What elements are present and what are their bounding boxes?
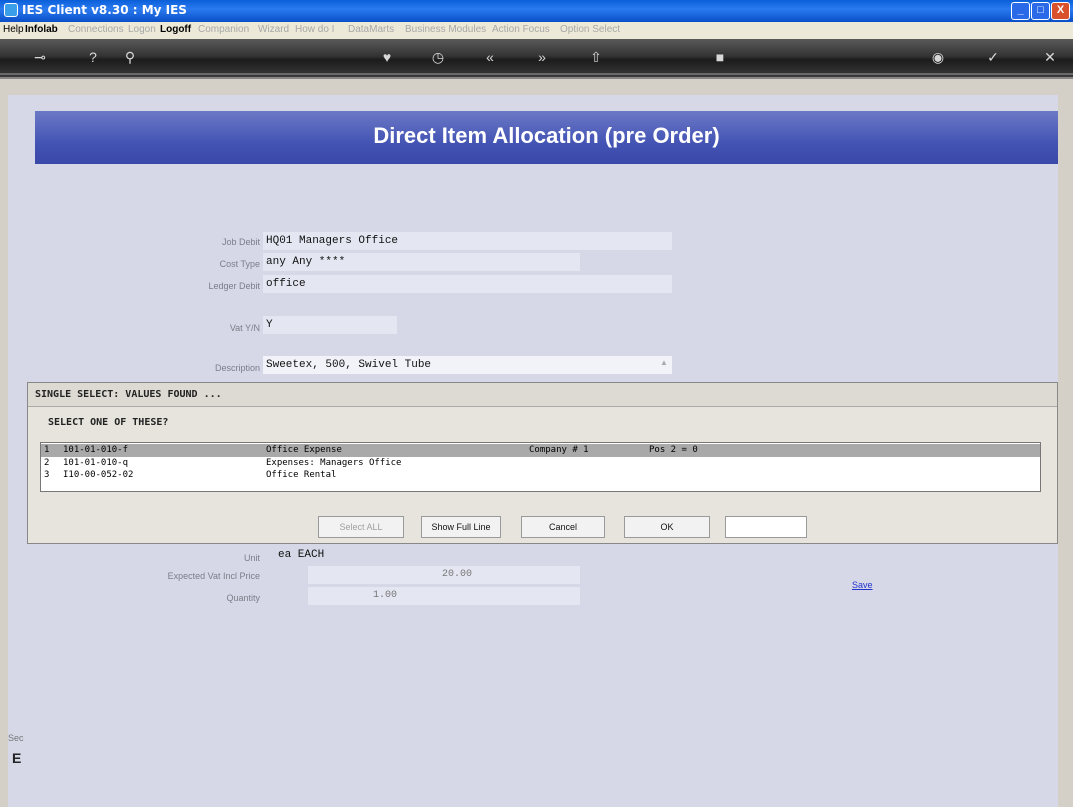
quantity-label: Quantity (226, 593, 260, 603)
list-item[interactable]: 1 101-01-010-f Office Expense Company # … (41, 444, 1040, 457)
ledger-debit-field[interactable]: office (263, 275, 672, 293)
dialog-header: SINGLE SELECT: VALUES FOUND ... (28, 383, 1057, 407)
menu-logon[interactable]: Logon (128, 24, 156, 35)
toolbar: ⊸ ? ⚲ ♥ ◷ « » ⇧ ■ ◉ ✓ ✕ (0, 39, 1073, 79)
toolbar-rule (0, 73, 1073, 75)
heart-icon[interactable]: ♥ (377, 47, 397, 67)
forward-icon[interactable]: » (532, 47, 552, 67)
row-code: 101-01-010-f (63, 445, 129, 455)
unit-field[interactable]: ea EACH (275, 546, 475, 564)
help-icon[interactable]: ? (83, 47, 103, 67)
up-icon[interactable]: ⇧ (586, 47, 606, 67)
dialog-title: SINGLE SELECT: VALUES FOUND ... (35, 389, 222, 400)
expected-price-label: Expected Vat Incl Price (167, 571, 260, 581)
menu-companion[interactable]: Companion (198, 24, 249, 35)
unit-label: Unit (243, 553, 260, 563)
row-number: 3 (44, 470, 50, 480)
cost-type-field[interactable]: any Any **** (263, 253, 580, 271)
row-number: 1 (44, 445, 50, 455)
row-description: Office Rental (266, 470, 337, 480)
row-company: Company # 1 (529, 445, 589, 455)
ledger-debit-label: Ledger Debit (208, 281, 260, 291)
menu-action-focus[interactable]: Action Focus (492, 24, 550, 35)
close-button[interactable]: X (1051, 2, 1070, 20)
results-list: 1 101-01-010-f Office Expense Company # … (40, 442, 1041, 492)
show-full-line-button[interactable]: Show Full Line (421, 516, 501, 538)
cancel-button[interactable]: Cancel (521, 516, 605, 538)
menu-logoff[interactable]: Logoff (160, 24, 191, 35)
expected-price-field[interactable]: 20.00 (308, 566, 580, 584)
search-icon[interactable]: ⚲ (120, 47, 140, 67)
job-debit-label: Job Debit (221, 237, 260, 247)
vat-yn-label: Vat Y/N (229, 323, 260, 333)
menu-connections[interactable]: Connections (68, 24, 124, 35)
row-description: Office Expense (266, 445, 342, 455)
menu-bar: Help Infolab Connections Logon Logoff Co… (0, 22, 1073, 39)
quantity-field[interactable]: 1.00 (308, 587, 580, 605)
check-icon[interactable]: ✓ (983, 47, 1003, 67)
select-all-button[interactable]: Select ALL (318, 516, 404, 538)
description-field[interactable]: Sweetex, 500, Swivel Tube (263, 356, 672, 374)
single-select-dialog: SINGLE SELECT: VALUES FOUND ... SELECT O… (27, 382, 1058, 544)
menu-business-modules[interactable]: Business Modules (405, 24, 486, 35)
menu-help[interactable]: Help (3, 24, 24, 35)
key-icon[interactable]: ⊸ (30, 47, 50, 67)
row-code: I10-00-052-02 (63, 470, 134, 480)
list-item[interactable]: 3 I10-00-052-02 Office Rental (41, 469, 1040, 482)
clock-icon[interactable]: ◷ (428, 47, 448, 67)
title-bar: IES Client v8.30 : My IES _ □ X (0, 0, 1073, 22)
scroll-up-icon[interactable]: ▲ (660, 358, 670, 370)
close-icon[interactable]: ✕ (1040, 47, 1060, 67)
ok-button[interactable]: OK (624, 516, 710, 538)
menu-option-select[interactable]: Option Select (560, 24, 620, 35)
dialog-prompt: SELECT ONE OF THESE? (48, 417, 169, 428)
app-icon (4, 3, 18, 17)
page-header: Direct Item Allocation (pre Order) (35, 111, 1058, 164)
page-title: Direct Item Allocation (pre Order) (373, 123, 720, 148)
menu-datamarts[interactable]: DataMarts (348, 24, 394, 35)
cost-type-label: Cost Type (219, 259, 260, 269)
maximize-button[interactable]: □ (1031, 2, 1050, 20)
menu-infolab[interactable]: Infolab (25, 24, 58, 35)
vat-yn-field[interactable]: Y (263, 316, 397, 334)
minimize-button[interactable]: _ (1011, 2, 1030, 20)
select-input[interactable] (725, 516, 807, 538)
globe-icon[interactable]: ◉ (928, 47, 948, 67)
save-link[interactable]: Save (852, 580, 873, 590)
sidebar-glyph: E (12, 750, 22, 766)
window-title: IES Client v8.30 : My IES (22, 3, 187, 17)
row-pos: Pos 2 = 0 (649, 445, 698, 455)
description-label: Description (214, 363, 260, 373)
stop-icon[interactable]: ■ (710, 47, 730, 67)
sidebar-label: Sec (8, 733, 24, 743)
menu-how-do-i[interactable]: How do I (295, 24, 334, 35)
back-icon[interactable]: « (480, 47, 500, 67)
menu-wizard[interactable]: Wizard (258, 24, 289, 35)
job-debit-field[interactable]: HQ01 Managers Office (263, 232, 672, 250)
